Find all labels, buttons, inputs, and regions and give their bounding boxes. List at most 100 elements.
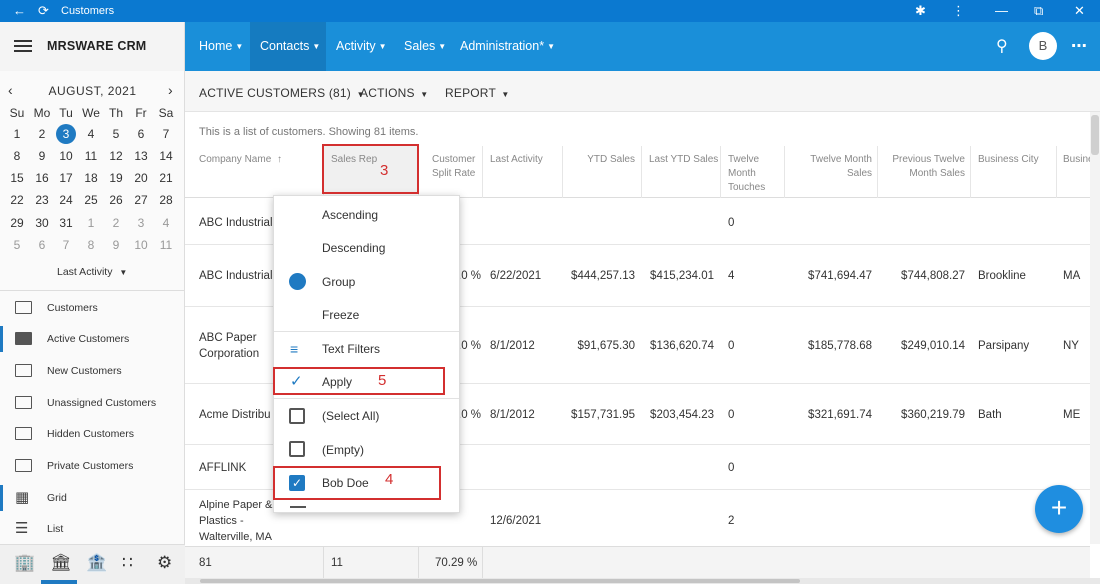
column-header-split-rate[interactable]: Customer Split Rate <box>432 153 480 181</box>
sidebar-item-new-customers[interactable]: New Customers <box>0 358 185 384</box>
apps-icon[interactable]: ∷ <box>122 553 133 573</box>
vertical-scrollbar[interactable] <box>1090 112 1100 544</box>
report-dropdown[interactable]: REPORT ▼ <box>445 86 509 100</box>
calendar-day[interactable]: 2 <box>104 216 128 230</box>
calendar-day[interactable]: 1 <box>5 127 29 141</box>
calendar-day[interactable]: 8 <box>79 238 103 252</box>
avatar[interactable]: B <box>1029 32 1057 60</box>
column-header-company-name[interactable]: Company Name ↑ <box>199 153 282 167</box>
calendar-day[interactable]: 3 <box>129 216 153 230</box>
menu-item-select-all[interactable]: (Select All) <box>322 409 379 423</box>
column-header-business-state[interactable]: Busine <box>1063 153 1090 167</box>
minimize-icon[interactable]: — <box>995 3 1008 18</box>
sidebar-item-customers[interactable]: Customers <box>0 295 185 321</box>
horizontal-scrollbar-thumb[interactable] <box>200 579 800 583</box>
column-header-twelve-month-sales[interactable]: Twelve Month Sales <box>792 153 872 181</box>
calendar-day[interactable]: 19 <box>104 171 128 185</box>
column-header-touches[interactable]: Twelve Month Touches <box>728 153 772 195</box>
calendar-day[interactable]: 23 <box>30 193 54 207</box>
calendar-day[interactable]: 4 <box>154 216 178 230</box>
sidebar-item-hidden-customers[interactable]: Hidden Customers <box>0 421 185 447</box>
calendar-day[interactable]: 2 <box>30 127 54 141</box>
column-header-prev-twelve-month-sales[interactable]: Previous Twelve Month Sales <box>885 153 965 181</box>
nav-activity[interactable]: Activity ▼ <box>336 39 387 53</box>
sidebar-item-unassigned-customers[interactable]: Unassigned Customers <box>0 390 185 416</box>
calendar-filter-dropdown[interactable]: Last Activity ▼ <box>57 266 127 278</box>
cell-company[interactable]: Acme Distribu <box>199 407 274 423</box>
calendar-day[interactable]: 4 <box>79 127 103 141</box>
calendar-day[interactable]: 6 <box>129 127 153 141</box>
calendar-day[interactable]: 11 <box>79 149 103 163</box>
nav-contacts[interactable]: Contacts ▼ <box>260 39 320 53</box>
back-arrow-icon[interactable]: ← <box>13 3 26 18</box>
calendar-day[interactable]: 7 <box>154 127 178 141</box>
menu-item-ascending[interactable]: Ascending <box>322 208 378 222</box>
actions-dropdown[interactable]: ACTIONS ▼ <box>360 86 428 100</box>
building-icon[interactable]: 🏛 <box>50 553 72 573</box>
view-dropdown[interactable]: ACTIVE CUSTOMERS (81) ▼ <box>199 86 365 100</box>
column-header-ytd-sales[interactable]: YTD Sales <box>565 153 635 167</box>
calendar-day[interactable]: 24 <box>54 193 78 207</box>
calendar-day[interactable]: 29 <box>5 216 29 230</box>
calendar-day[interactable]: 9 <box>104 238 128 252</box>
menu-item-group[interactable]: Group <box>322 275 355 289</box>
sidebar-item-private-customers[interactable]: Private Customers <box>0 453 185 479</box>
menu-item-descending[interactable]: Descending <box>322 241 385 255</box>
cell-company[interactable]: ABC Paper Corporation <box>199 330 274 362</box>
more-vertical-icon[interactable]: ⋮ <box>952 3 965 19</box>
column-header-last-activity[interactable]: Last Activity <box>490 153 543 167</box>
calendar-day[interactable]: 28 <box>154 193 178 207</box>
calendar-day[interactable]: 11 <box>154 238 178 252</box>
calendar-day[interactable]: 10 <box>54 149 78 163</box>
gear-icon[interactable]: ⚙ <box>157 553 172 573</box>
nav-administration[interactable]: Administration* ▼ <box>460 39 555 53</box>
nav-home[interactable]: Home ▼ <box>199 39 243 53</box>
select-all-checkbox[interactable] <box>289 408 305 424</box>
calendar-day[interactable]: 16 <box>30 171 54 185</box>
calendar-day[interactable]: 25 <box>79 193 103 207</box>
calendar-next-icon[interactable]: › <box>168 82 173 98</box>
calendar-day[interactable]: 5 <box>5 238 29 252</box>
bank-icon[interactable]: 🏦 <box>86 553 107 573</box>
calendar-day[interactable]: 9 <box>30 149 54 163</box>
column-header-business-city[interactable]: Business City <box>978 153 1039 167</box>
menu-item-empty[interactable]: (Empty) <box>322 443 364 457</box>
calendar-day[interactable]: 5 <box>104 127 128 141</box>
calendar-day[interactable]: 17 <box>54 171 78 185</box>
restore-icon[interactable]: ⧉ <box>1034 3 1043 19</box>
vertical-scrollbar-thumb[interactable] <box>1091 115 1099 155</box>
calendar-day[interactable]: 31 <box>54 216 78 230</box>
nav-sales[interactable]: Sales ▼ <box>404 39 446 53</box>
extension-icon[interactable]: ✱ <box>915 3 926 19</box>
cell-company[interactable]: ABC Industrial <box>199 215 274 231</box>
search-icon[interactable]: ⚲ <box>996 36 1008 56</box>
company-icon[interactable]: 🏢 <box>14 553 35 573</box>
column-header-last-ytd-sales[interactable]: Last YTD Sales <box>649 153 718 167</box>
calendar-day[interactable]: 13 <box>129 149 153 163</box>
calendar-day[interactable]: 21 <box>154 171 178 185</box>
calendar-day[interactable]: 27 <box>129 193 153 207</box>
calendar-day[interactable]: 22 <box>5 193 29 207</box>
calendar-day[interactable]: 8 <box>5 149 29 163</box>
calendar-day[interactable]: 18 <box>79 171 103 185</box>
cell-company[interactable]: Alpine Paper & Plastics - Walterville, M… <box>199 497 274 545</box>
sidebar-item-active-customers[interactable]: Active Customers <box>0 326 185 352</box>
close-icon[interactable]: ✕ <box>1074 3 1085 19</box>
calendar-day[interactable]: 12 <box>104 149 128 163</box>
empty-checkbox[interactable] <box>289 441 305 457</box>
calendar-day[interactable]: 6 <box>30 238 54 252</box>
menu-item-freeze[interactable]: Freeze <box>322 308 359 322</box>
sidebar-item-list[interactable]: ☰ List <box>0 516 185 542</box>
calendar-day[interactable]: 26 <box>104 193 128 207</box>
more-horizontal-icon[interactable]: ⋯ <box>1071 36 1087 56</box>
cell-company[interactable]: AFFLINK <box>199 460 274 476</box>
calendar-day[interactable]: 14 <box>154 149 178 163</box>
calendar-day[interactable]: 30 <box>30 216 54 230</box>
calendar-day[interactable]: 3 <box>54 127 78 141</box>
calendar-day[interactable]: 15 <box>5 171 29 185</box>
calendar-day[interactable]: 7 <box>54 238 78 252</box>
menu-icon[interactable] <box>14 40 32 52</box>
calendar-day[interactable]: 10 <box>129 238 153 252</box>
add-button[interactable]: + <box>1035 485 1083 533</box>
refresh-icon[interactable]: ⟳ <box>38 3 49 19</box>
